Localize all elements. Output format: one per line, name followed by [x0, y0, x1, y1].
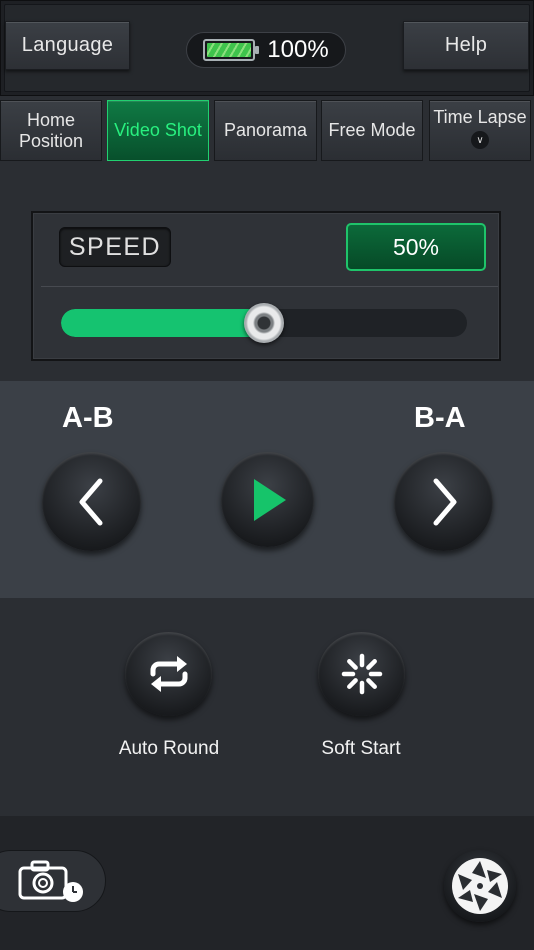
direction-label-a-b: A-B	[62, 402, 114, 434]
repeat-icon	[150, 656, 187, 692]
help-button[interactable]: Help	[403, 21, 529, 70]
camera-timer-button[interactable]	[0, 850, 106, 912]
language-button-label: Language	[21, 34, 114, 56]
battery-percentage: 100%	[267, 36, 329, 63]
direction-label-b-a: B-A	[414, 402, 466, 434]
battery-status: 100%	[186, 32, 346, 68]
chevron-right-icon	[433, 478, 456, 525]
battery-fill	[207, 43, 252, 57]
speed-value-display: 50%	[346, 223, 486, 271]
tab-time-lapse[interactable]: Time Lapse ∨	[429, 100, 531, 161]
options-band	[0, 598, 534, 816]
play-icon	[253, 478, 286, 521]
soft-start-label: Soft Start	[321, 738, 401, 759]
speed-slider-fill	[61, 309, 264, 337]
speed-panel-divider	[41, 286, 498, 287]
help-button-label: Help	[444, 34, 488, 56]
speed-label: SPEED	[59, 227, 171, 267]
spinner-icon	[341, 653, 382, 695]
tab-free-mode[interactable]: Free Mode	[321, 100, 423, 161]
move-a-b-button[interactable]	[42, 452, 141, 551]
shutter-aperture-icon	[452, 858, 508, 914]
tab-video-shot[interactable]: Video Shot	[107, 100, 209, 161]
shutter-button[interactable]	[444, 850, 516, 922]
auto-round-button[interactable]	[125, 632, 212, 716]
chevron-down-icon[interactable]: ∨	[471, 131, 489, 149]
speed-slider-handle[interactable]	[244, 303, 284, 343]
tab-panorama[interactable]: Panorama	[214, 100, 317, 161]
tab-time-lapse-label: Time Lapse	[433, 107, 527, 127]
tab-home-position[interactable]: Home Position	[0, 100, 102, 161]
play-button[interactable]	[221, 452, 314, 547]
move-b-a-button[interactable]	[394, 452, 493, 551]
tab-panorama-label: Panorama	[223, 120, 308, 140]
tab-video-shot-label: Video Shot	[114, 120, 202, 140]
auto-round-label: Auto Round	[118, 738, 220, 759]
language-button[interactable]: Language	[5, 21, 130, 70]
tab-free-mode-label: Free Mode	[328, 120, 416, 140]
tab-home-position-line2: Position	[18, 130, 84, 151]
camera-timer-icon	[18, 860, 83, 902]
tab-home-position-line1: Home	[26, 109, 75, 130]
soft-start-button[interactable]	[318, 632, 405, 716]
battery-icon	[203, 39, 260, 61]
chevron-left-icon	[79, 478, 102, 525]
